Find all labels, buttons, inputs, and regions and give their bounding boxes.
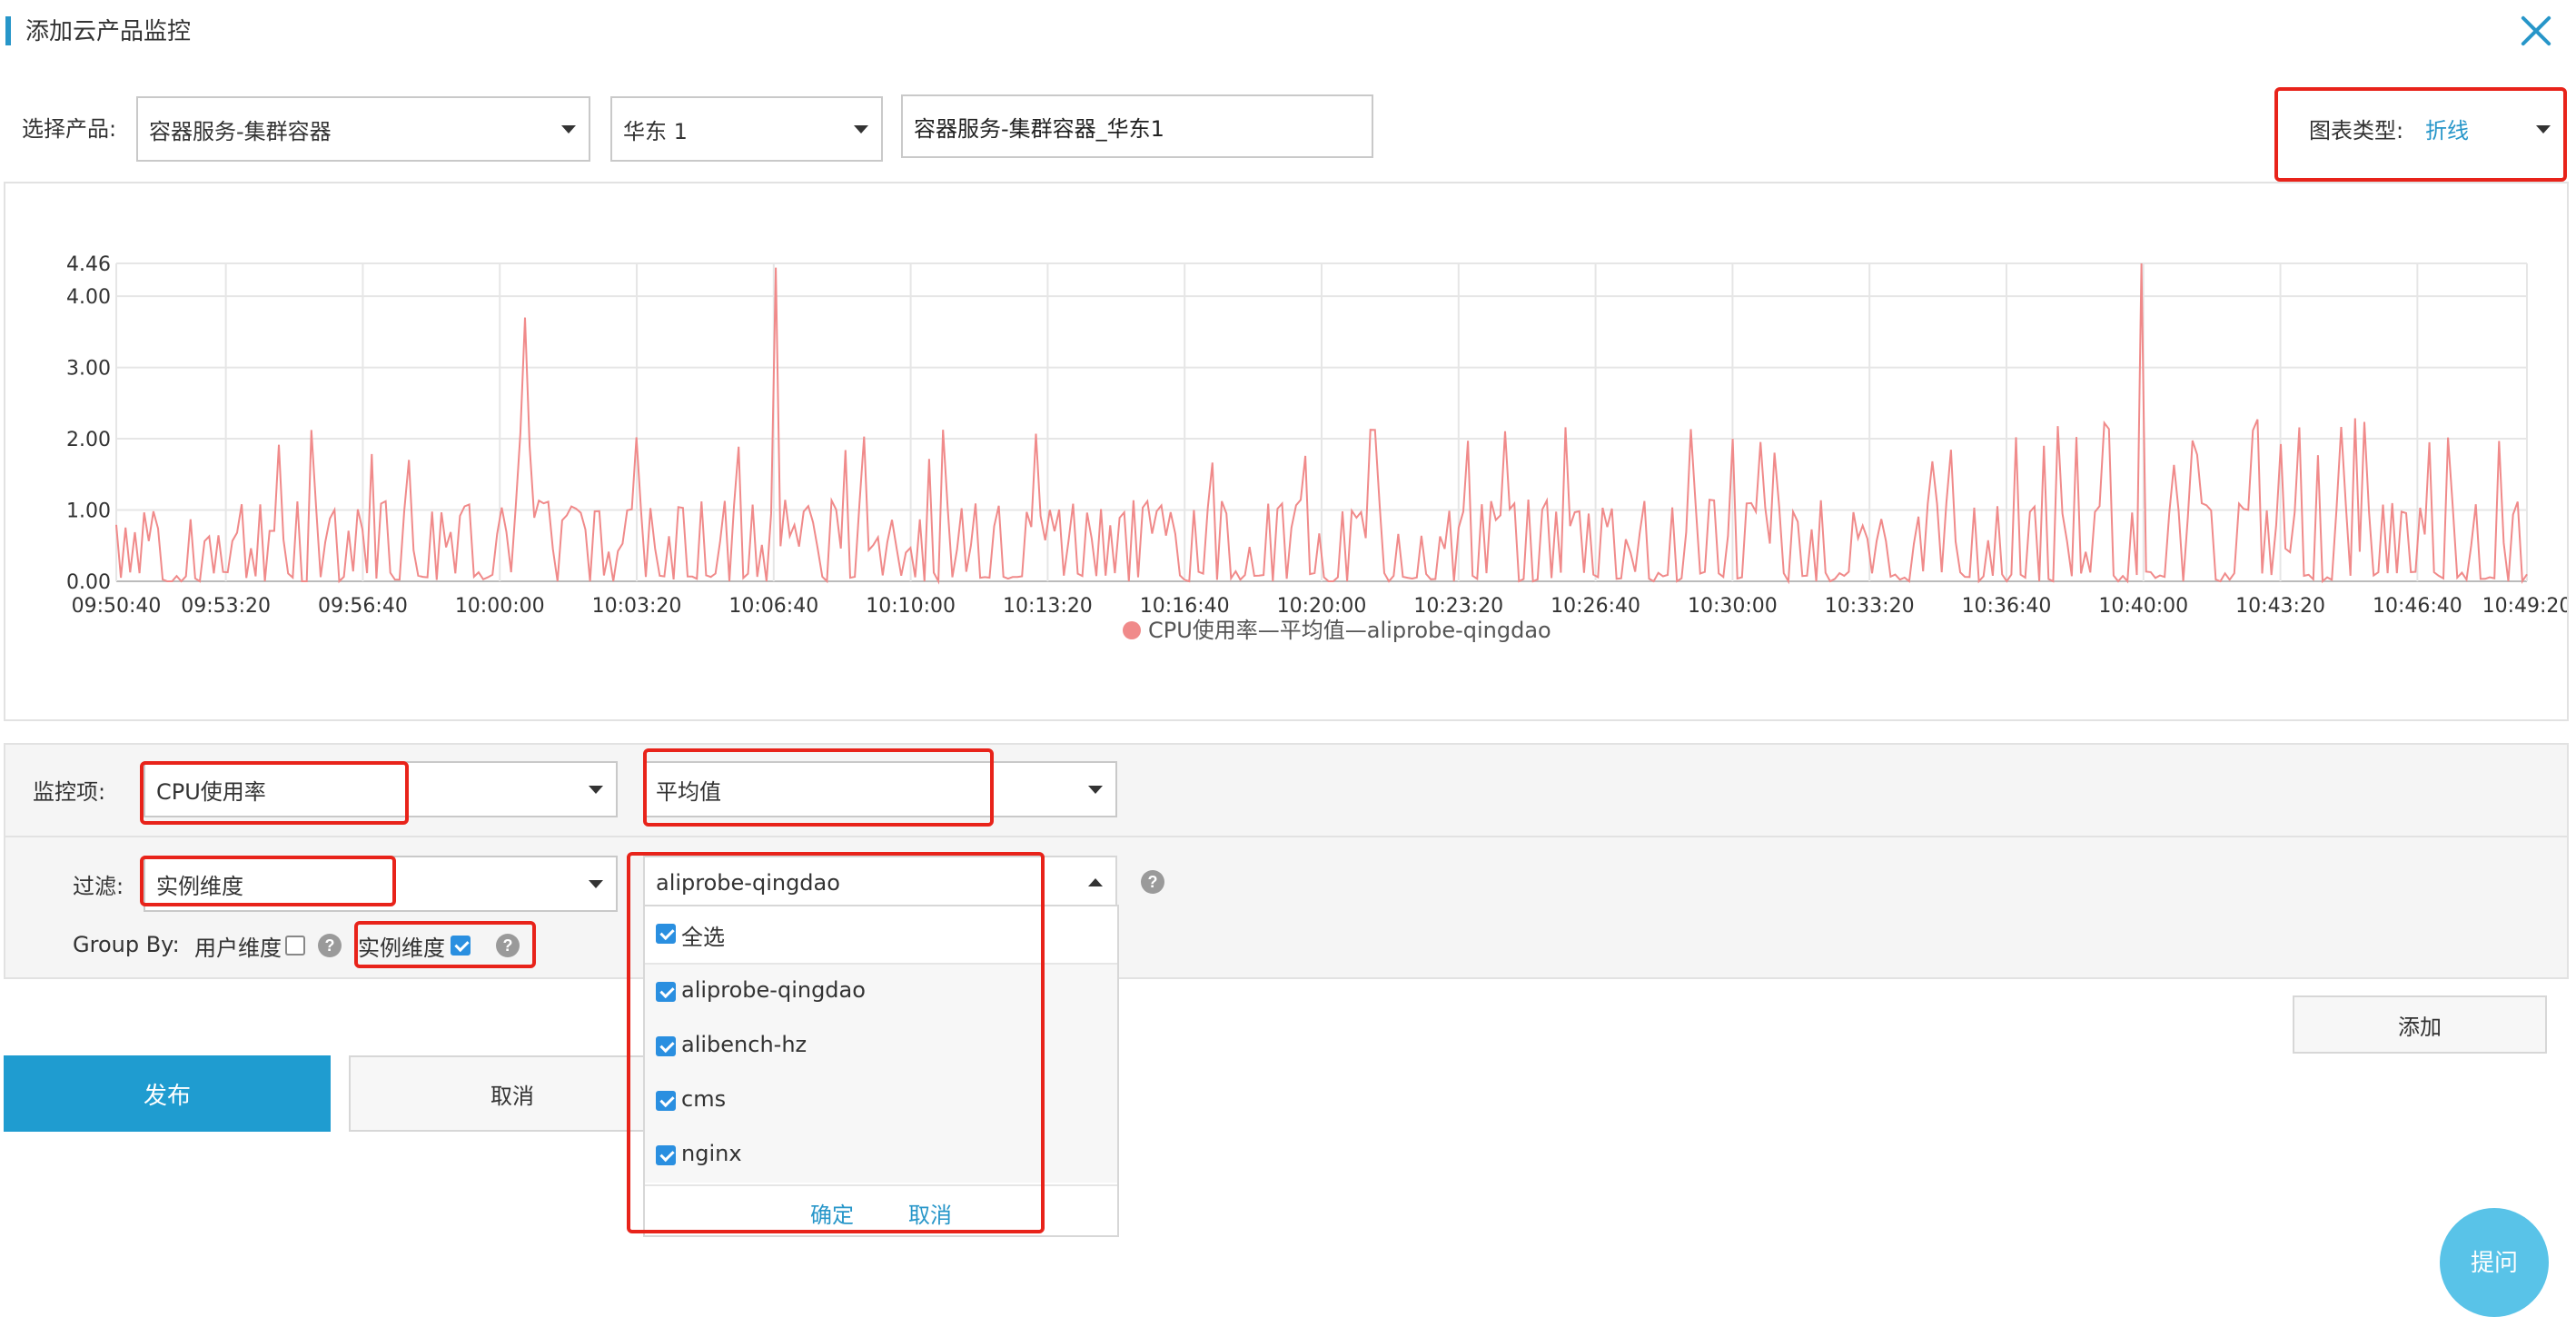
groupby-instance-label: 实例维度: [358, 936, 445, 961]
item-checkbox[interactable]: [656, 1091, 676, 1111]
monitor-name-value: 容器服务-集群容器_华东1: [914, 115, 1164, 142]
select-all-checkbox[interactable]: [656, 924, 676, 944]
dialog-header: 添加云产品监控: [0, 0, 2576, 64]
item-label: nginx: [681, 1141, 742, 1166]
item-checkbox[interactable]: [656, 982, 676, 1002]
product-label: 选择产品:: [22, 116, 117, 142]
help-icon[interactable]: ?: [496, 934, 520, 957]
dropdown-item[interactable]: cms: [645, 1074, 1117, 1128]
y-tick-label: 4.00: [66, 286, 111, 309]
x-tick-label: 10:33:20: [1825, 595, 1915, 618]
item-checkbox[interactable]: [656, 1036, 676, 1056]
x-tick-label: 10:03:20: [592, 595, 682, 618]
x-tick-label: 10:46:40: [2373, 595, 2462, 618]
line-chart: 0.00 1.00 2.00 3.00 4.00 4.46 09:50:40 09:53:20…: [66, 253, 2571, 643]
chart-panel: 0.00 1.00 2.00 3.00 4.00 4.46 09:50:40 09:53:20…: [4, 182, 2571, 721]
dialog-title: 添加云产品监控: [25, 18, 192, 45]
chevron-down-icon: [589, 786, 603, 794]
groupby-instance-checkbox[interactable]: [451, 936, 471, 956]
help-icon[interactable]: ?: [1141, 870, 1164, 894]
dropdown-cancel-link[interactable]: 取消: [908, 1197, 952, 1229]
x-tick-label: 10:26:40: [1551, 595, 1640, 618]
x-tick-label: 10:36:40: [1962, 595, 2052, 618]
config-divider: [4, 836, 2569, 837]
dropdown-item[interactable]: alibench-hz: [645, 1019, 1117, 1074]
groupby-user-label: 用户维度: [194, 936, 282, 961]
filter-instance-select[interactable]: aliprobe-qingdao: [643, 856, 1117, 910]
item-checkbox[interactable]: [656, 1145, 676, 1165]
metric-label: 监控项:: [33, 779, 106, 805]
dropdown-item[interactable]: nginx: [645, 1128, 1117, 1183]
region-select-value: 华东 1: [623, 118, 688, 144]
item-label: alibench-hz: [681, 1032, 807, 1057]
x-tick-label: 10:30:00: [1688, 595, 1778, 618]
product-select-value: 容器服务-集群容器: [149, 118, 332, 144]
cancel-button[interactable]: 取消: [349, 1055, 676, 1132]
x-tick-label: 10:49:20: [2482, 595, 2567, 618]
x-tick-label: 09:56:40: [318, 595, 408, 618]
publish-button[interactable]: 发布: [4, 1055, 331, 1132]
chart-type-label: 图表类型:: [2309, 118, 2404, 144]
x-tick-label: 10:40:00: [2098, 595, 2188, 618]
select-all-label: 全选: [681, 925, 725, 950]
instance-dropdown: 全选 aliprobe-qingdao alibench-hz cms ngin…: [643, 905, 1119, 1237]
x-tick-label: 09:53:20: [181, 595, 271, 618]
filter-instance-value: aliprobe-qingdao: [656, 870, 840, 896]
help-icon[interactable]: ?: [318, 934, 342, 957]
chart-type-value[interactable]: 折线: [2425, 113, 2469, 144]
x-tick-label: 10:23:20: [1413, 595, 1503, 618]
chevron-down-icon[interactable]: [2536, 125, 2551, 134]
aggregation-select-value: 平均值: [656, 778, 721, 805]
filter-dimension-select[interactable]: 实例维度: [144, 856, 618, 912]
x-tick-label: 10:00:00: [455, 595, 545, 618]
x-tick-label: 10:43:20: [2235, 595, 2325, 618]
dropdown-footer-divider: [645, 1184, 1117, 1186]
filter-label: 过滤:: [73, 874, 124, 899]
x-tick-label: 10:10:00: [866, 595, 956, 618]
feedback-label: 提问: [2470, 1250, 2518, 1277]
chevron-up-icon: [1088, 878, 1103, 886]
x-tick-label: 10:13:20: [1003, 595, 1093, 618]
item-label: aliprobe-qingdao: [681, 977, 866, 1003]
add-button[interactable]: 添加: [2293, 995, 2547, 1054]
chevron-down-icon: [589, 880, 603, 888]
x-tick-label: 10:06:40: [728, 595, 818, 618]
legend-label: CPU使用率—平均值—aliprobe-qingdao: [1148, 618, 1551, 643]
groupby-label: Group By:: [73, 932, 180, 957]
y-tick-label: 0.00: [66, 571, 111, 594]
y-tick-label: 3.00: [66, 358, 111, 381]
metric-select-value: CPU使用率: [156, 778, 266, 805]
item-label: cms: [681, 1086, 727, 1112]
y-tick-label: 4.46: [66, 253, 111, 276]
feedback-button[interactable]: 提问: [2440, 1208, 2549, 1317]
dropdown-item[interactable]: aliprobe-qingdao: [645, 965, 1117, 1019]
region-select[interactable]: 华东 1: [610, 96, 883, 162]
product-select[interactable]: 容器服务-集群容器: [136, 96, 590, 162]
filter-dimension-value: 实例维度: [156, 873, 243, 899]
title-accent-bar: [5, 16, 11, 45]
metric-select[interactable]: CPU使用率: [144, 761, 618, 817]
close-icon[interactable]: [2516, 11, 2556, 51]
chevron-down-icon: [561, 125, 576, 134]
legend-marker: [1123, 621, 1141, 639]
groupby-user-checkbox[interactable]: [285, 936, 305, 956]
x-tick-label: 10:16:40: [1140, 595, 1230, 618]
monitor-name-input[interactable]: 容器服务-集群容器_华东1: [901, 94, 1373, 158]
x-tick-label: 09:50:40: [72, 595, 162, 618]
y-tick-label: 2.00: [66, 429, 111, 451]
y-tick-label: 1.00: [66, 500, 111, 523]
x-tick-label: 10:20:00: [1277, 595, 1367, 618]
dropdown-confirm-link[interactable]: 确定: [810, 1197, 854, 1229]
dropdown-select-all[interactable]: 全选: [645, 906, 1117, 961]
chevron-down-icon: [854, 125, 868, 134]
chevron-down-icon: [1088, 786, 1103, 794]
aggregation-select[interactable]: 平均值: [643, 761, 1117, 817]
